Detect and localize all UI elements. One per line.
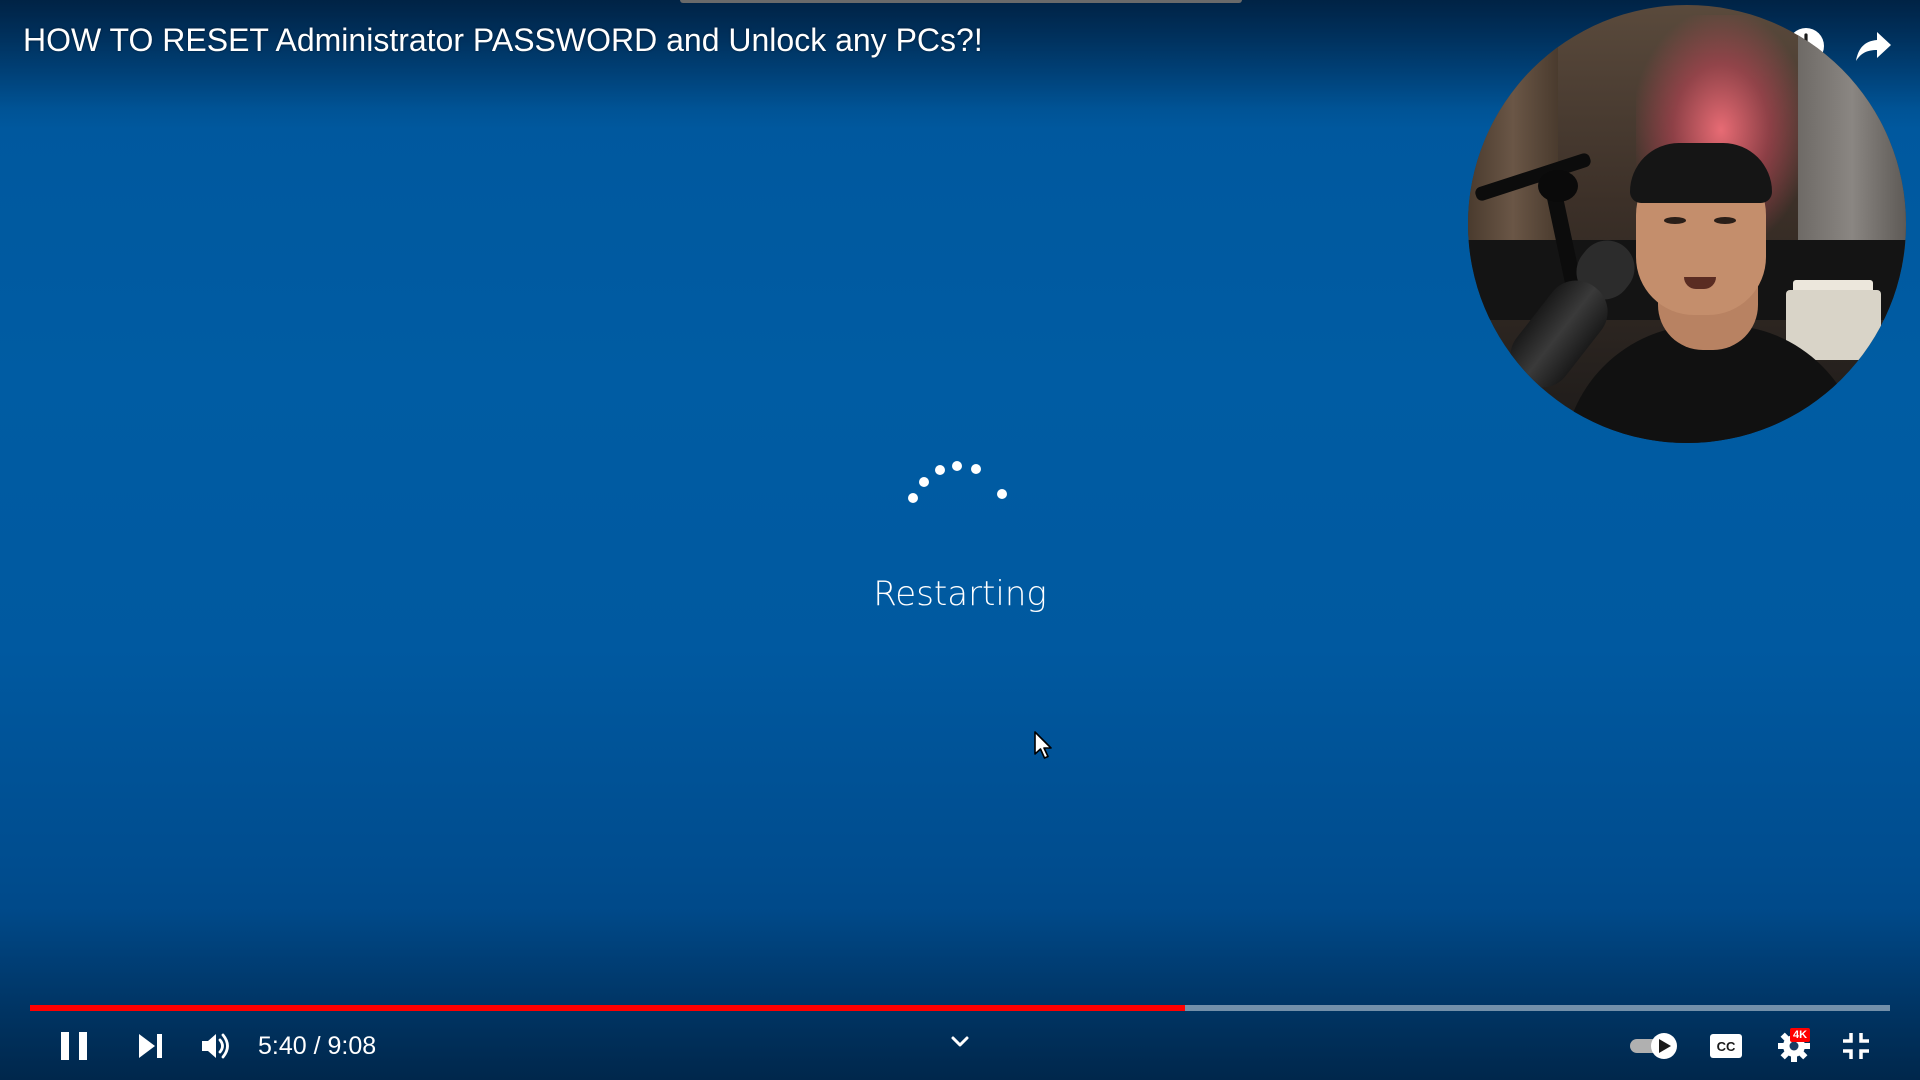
- facecam-presenter-eye: [1664, 217, 1686, 224]
- facecam-presenter-eye: [1714, 217, 1736, 224]
- progress-bar[interactable]: [30, 1005, 1890, 1011]
- spinner-dot: [919, 477, 929, 487]
- volume-button[interactable]: [190, 1020, 242, 1072]
- facecam-background-curtain: [1798, 5, 1906, 265]
- exit-fullscreen-icon: [1843, 1033, 1869, 1059]
- spinner-dot: [971, 464, 981, 474]
- skip-next-icon: [139, 1034, 162, 1058]
- pause-button[interactable]: [48, 1020, 100, 1072]
- mouse-cursor-icon: [1033, 730, 1055, 767]
- cc-icon: CC: [1710, 1034, 1742, 1058]
- autoplay-toggle[interactable]: [1620, 1020, 1690, 1072]
- chevron-down-icon: [951, 1036, 969, 1047]
- top-drag-handle: [680, 0, 1242, 3]
- settings-button[interactable]: 4K: [1764, 1020, 1824, 1072]
- captions-button[interactable]: CC: [1700, 1020, 1752, 1072]
- facecam-background-curtain: [1468, 5, 1558, 245]
- restarting-status-text: Restarting: [873, 574, 1047, 614]
- spinner-dot: [952, 461, 962, 471]
- spinner-dot: [997, 489, 1007, 499]
- volume-icon: [202, 1033, 229, 1059]
- quality-badge: 4K: [1790, 1028, 1811, 1042]
- spinner-dot: [935, 465, 945, 475]
- next-video-button[interactable]: [124, 1020, 176, 1072]
- facecam-overlay: [1468, 5, 1906, 443]
- spinner-dot: [908, 493, 918, 503]
- progress-played: [30, 1005, 1186, 1011]
- svg-text:CC: CC: [1717, 1039, 1736, 1054]
- expand-chevron-button[interactable]: [934, 1016, 986, 1068]
- time-display: 5:40 / 9:08: [258, 1032, 377, 1060]
- facecam-webcam: [1538, 170, 1578, 202]
- video-title[interactable]: HOW TO RESET Administrator PASSWORD and …: [23, 22, 983, 59]
- loading-spinner: [905, 455, 1015, 515]
- facecam-presenter-hair: [1630, 143, 1772, 203]
- autoplay-toggle-icon: [1630, 1033, 1677, 1059]
- video-player[interactable]: HOW TO RESET Administrator PASSWORD and …: [0, 0, 1920, 1080]
- exit-fullscreen-button[interactable]: [1830, 1020, 1882, 1072]
- pause-icon: [61, 1032, 87, 1060]
